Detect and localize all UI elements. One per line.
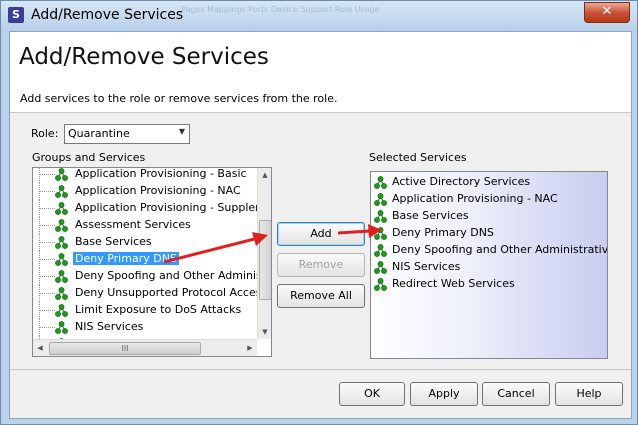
tree-line [39,208,55,209]
background-tabs-text: Pages Mappings Ports Device Support Role… [181,5,380,14]
tree-item-label: NIS Services [75,320,144,333]
tree-item[interactable]: NIS Services [33,319,257,336]
tree-item-label: Limit Exposure to DoS Attacks [75,303,242,316]
dialog-body: Add/Remove Services Add services to the … [9,31,632,419]
service-node-icon [55,321,68,334]
tree-item[interactable]: Application Provisioning - NAC [33,183,257,200]
help-button[interactable]: Help [555,382,623,406]
service-node-icon [55,219,68,232]
title-bar[interactable]: S Add/Remove Services Pages Mappings Por… [1,1,637,31]
tree-item[interactable]: Deny Unsupported Protocol Access [33,285,267,302]
tree-line [39,276,55,277]
tree-line [39,310,55,311]
window-title: Add/Remove Services [31,7,184,23]
tree-item[interactable]: Deny Spoofing and Other Administrati [33,268,271,285]
header-panel: Add/Remove Services Add services to the … [10,32,631,113]
tree-item[interactable]: Application Provisioning - Supplementa [33,200,271,217]
selected-service-label: Base Services [392,209,469,222]
service-node-icon [55,270,68,283]
selected-service-label: Application Provisioning - NAC [392,192,558,205]
service-node-icon [55,304,68,317]
service-node-icon [55,236,68,249]
selected-service-label: Redirect Web Services [392,277,515,290]
selected-service-item[interactable]: NIS Services [371,259,607,276]
service-node-icon [55,202,68,215]
tree-item-label: Deny Spoofing and Other Administrati [75,269,272,282]
app-logo-icon: S [8,7,24,23]
chevron-down-icon: ▼ [178,127,185,136]
scroll-right-icon[interactable]: ▶ [243,340,257,356]
service-node-icon [374,193,387,206]
remove-all-button[interactable]: Remove All [277,284,365,308]
selected-service-item[interactable]: Active Directory Services [371,174,607,191]
tree-line [39,174,55,175]
ok-button[interactable]: OK [339,382,405,406]
selected-service-item[interactable]: Base Services [371,208,607,225]
selected-service-item[interactable]: Redirect Web Services [371,276,607,293]
cancel-button[interactable]: Cancel [482,382,550,406]
scroll-up-icon[interactable]: ▲ [258,168,271,182]
hscroll-thumb[interactable]: III [49,342,201,355]
tree-item-label: Application Provisioning - Basic [75,167,247,180]
service-node-icon [374,210,387,223]
selected-service-label: Active Directory Services [392,175,531,188]
dialog-window: S Add/Remove Services Pages Mappings Por… [0,0,638,425]
tree-item[interactable]: Limit Exposure to DoS Attacks [33,302,257,319]
remove-button[interactable]: Remove [277,253,365,277]
tree-line [39,168,40,183]
scroll-left-icon[interactable]: ◀ [33,340,47,356]
horizontal-scrollbar[interactable]: ◀ III ▶ [33,339,257,356]
tree-item-label: Base Services [75,235,152,248]
tree-line [39,259,55,260]
tree-item-label: Application Provisioning - NAC [75,184,241,197]
service-node-icon [374,176,387,189]
role-label: Role: [31,127,59,140]
tree-line [39,327,55,328]
close-button[interactable]: ✕ [584,2,630,23]
selected-service-label: NIS Services [392,260,461,273]
apply-button[interactable]: Apply [410,382,478,406]
selected-service-label: Deny Primary DNS [392,226,494,239]
service-node-icon [374,244,387,257]
groups-label: Groups and Services [32,151,146,164]
service-node-icon [55,253,68,266]
selected-label: Selected Services [369,151,467,164]
footer-divider [10,369,631,370]
role-select[interactable]: Quarantine ▼ [64,124,190,144]
page-title: Add/Remove Services [19,44,269,70]
selected-services-list[interactable]: Active Directory Services Application Pro… [370,171,608,359]
tree-line [39,242,55,243]
page-description: Add services to the role or remove servi… [20,92,338,105]
tree-line [39,293,55,294]
tree-item-label: Application Provisioning - Supplementa [75,201,272,214]
service-node-icon [374,278,387,291]
service-node-icon [55,185,68,198]
tree-item-label: Deny Unsupported Protocol Access [75,286,268,299]
selected-service-item[interactable]: Deny Spoofing and Other Administrative P… [371,242,607,259]
annotation-arrow-icon [163,232,268,264]
service-node-icon [55,287,68,300]
annotation-arrow-icon [337,224,382,238]
service-node-icon [374,261,387,274]
tree-item[interactable]: Application Provisioning - Basic [33,167,257,183]
selected-service-item[interactable]: Application Provisioning - NAC [371,191,607,208]
tree-line [39,225,55,226]
scroll-down-icon[interactable]: ▼ [258,325,271,339]
selected-service-item[interactable]: Deny Primary DNS [371,225,607,242]
service-node-icon [55,168,68,181]
role-value: Quarantine [68,127,130,140]
selected-service-label: Deny Spoofing and Other Administrative P… [392,243,608,256]
tree-line [39,191,55,192]
